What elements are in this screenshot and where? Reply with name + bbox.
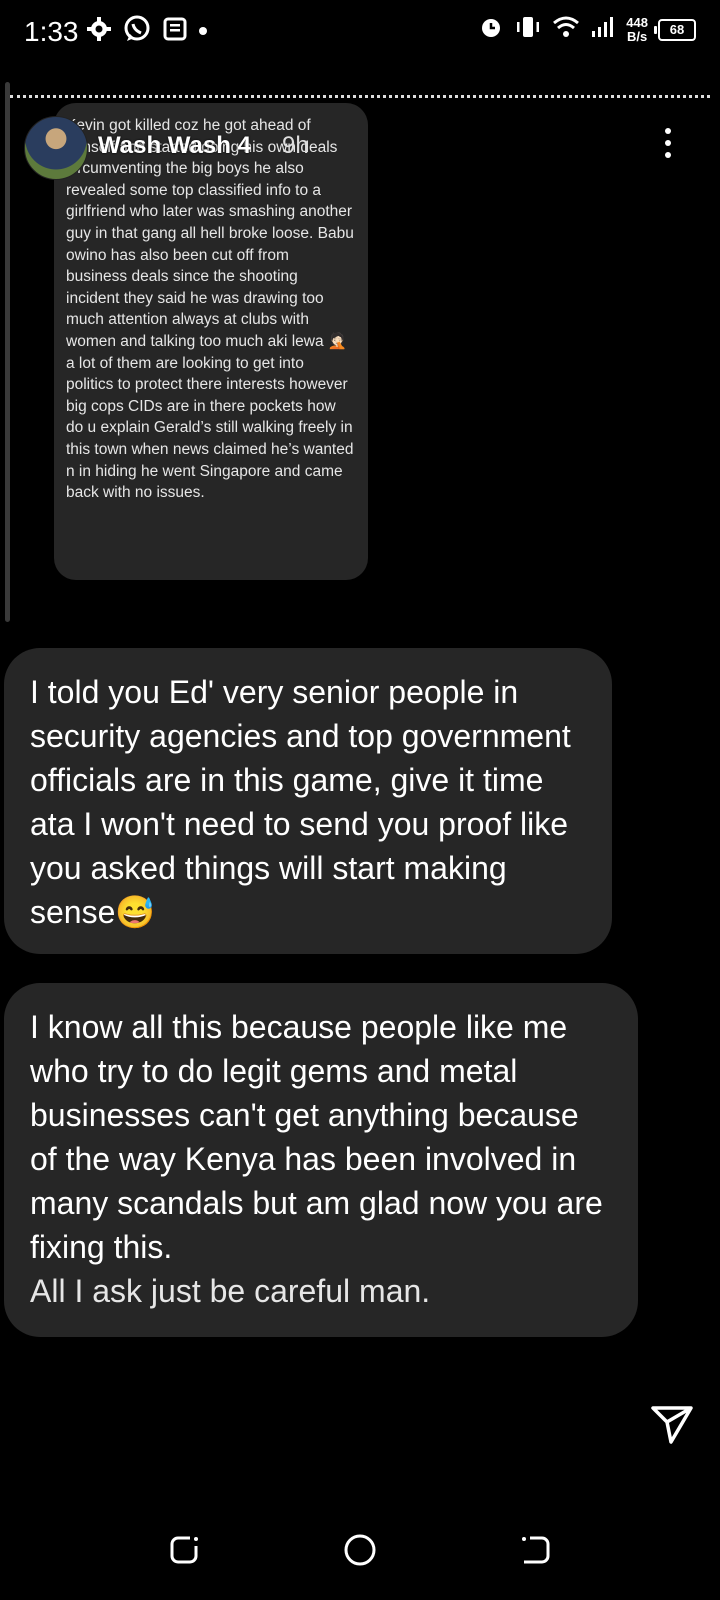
gear-icon xyxy=(86,16,112,47)
story-progress-bar xyxy=(10,95,710,98)
reply-time-ago: 9h xyxy=(282,132,309,159)
status-time: 1:33 xyxy=(24,16,79,47)
reply-username[interactable]: Wash Wash 4 xyxy=(98,132,251,160)
recents-icon[interactable] xyxy=(164,1530,204,1570)
thread-rail xyxy=(5,82,10,622)
news-icon xyxy=(162,16,188,47)
alarm-icon xyxy=(478,14,504,45)
net-speed: 448 B/s xyxy=(626,14,648,44)
signal-icon xyxy=(590,15,616,44)
battery-indicator: 68 xyxy=(654,18,696,41)
quoted-message[interactable]: Kevin got killed coz he got ahead of him… xyxy=(54,103,368,580)
net-speed-value: 448 xyxy=(626,14,648,30)
message-text: I told you Ed' very senior people in sec… xyxy=(30,674,571,930)
message-bubble[interactable]: I told you Ed' very senior people in sec… xyxy=(4,648,612,954)
whatsapp-icon xyxy=(122,14,152,49)
system-nav-bar xyxy=(0,1500,720,1600)
wifi-icon xyxy=(552,15,580,44)
back-icon[interactable] xyxy=(516,1530,556,1570)
net-speed-unit: B/s xyxy=(627,28,648,44)
message-text: I know all this because people like me w… xyxy=(30,1009,603,1265)
message-text: All I ask just be careful man. xyxy=(30,1273,431,1309)
avatar[interactable] xyxy=(24,116,88,180)
status-bar: 1:33 448 B/s 68 xyxy=(0,0,720,64)
vibrate-icon xyxy=(514,14,542,45)
status-right-icons: 448 B/s 68 xyxy=(478,14,696,45)
message-bubble[interactable]: I know all this because people like me w… xyxy=(4,983,638,1337)
status-left-icons xyxy=(86,14,208,49)
notification-dot-icon xyxy=(198,23,208,41)
more-vertical-icon[interactable] xyxy=(662,128,674,164)
home-icon[interactable] xyxy=(340,1530,380,1570)
send-icon[interactable] xyxy=(650,1402,694,1446)
